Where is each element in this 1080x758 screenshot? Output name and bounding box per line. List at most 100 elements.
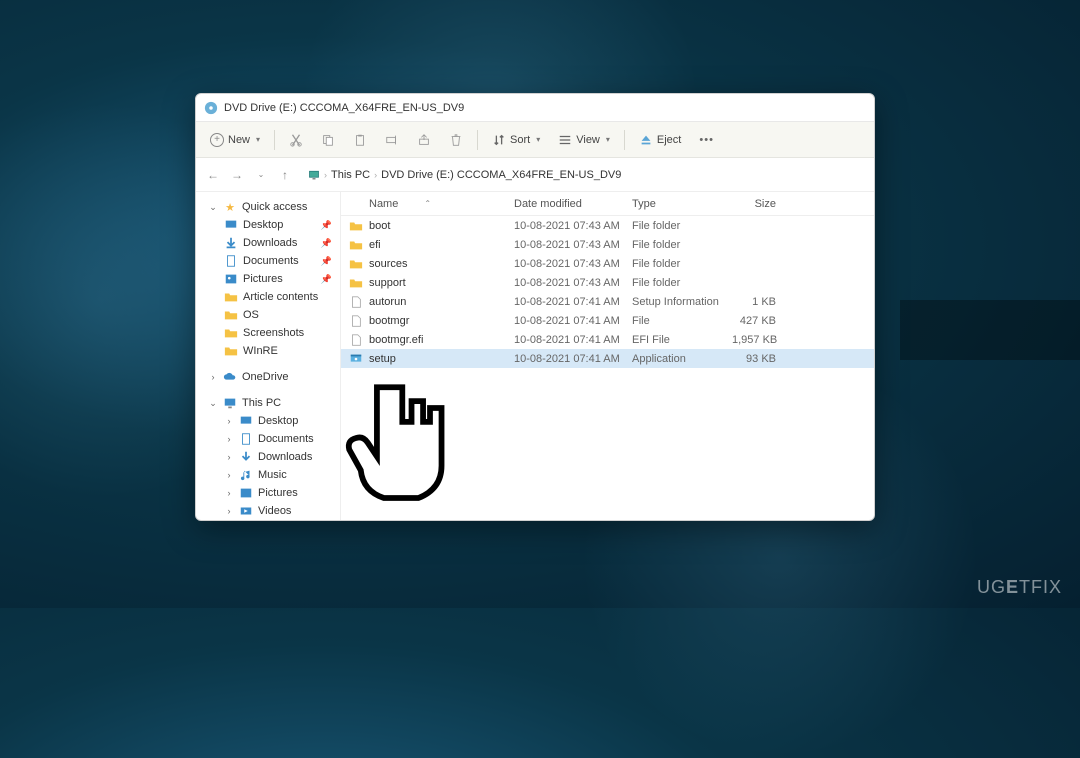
chevron-right-icon: › [224, 488, 234, 498]
copy-button[interactable] [313, 129, 343, 151]
watermark: UGETFIX [977, 577, 1062, 598]
back-button[interactable]: ← [204, 166, 222, 184]
file-name: setup [341, 352, 506, 366]
file-row[interactable]: autorun10-08-2021 07:41 AMSetup Informat… [341, 292, 874, 311]
sidebar-label: Documents [258, 433, 314, 445]
file-date: 10-08-2021 07:41 AM [506, 334, 624, 346]
picture-icon [239, 486, 253, 500]
share-icon [417, 133, 431, 147]
sidebar-item-pc-videos[interactable]: ›Videos [196, 502, 340, 520]
sidebar-item-pc-desktop[interactable]: ›Desktop [196, 412, 340, 430]
sidebar[interactable]: ⌄★Quick access Desktop📌 Downloads📌 Docum… [196, 192, 341, 520]
chevron-right-icon: › [224, 452, 234, 462]
file-row[interactable]: setup10-08-2021 07:41 AMApplication93 KB [341, 349, 874, 368]
document-icon [239, 432, 253, 446]
new-button[interactable]: + New ▾ [202, 129, 268, 151]
file-type: Setup Information [624, 296, 724, 308]
paste-button[interactable] [345, 129, 375, 151]
chevron-down-icon: ▾ [606, 135, 610, 144]
column-headers[interactable]: Name⌃ Date modified Type Size [341, 192, 874, 216]
sidebar-item-pictures[interactable]: Pictures📌 [196, 270, 340, 288]
sidebar-item-onedrive[interactable]: ›OneDrive [196, 368, 340, 386]
chevron-right-icon: › [208, 372, 218, 382]
sidebar-item-os[interactable]: OS [196, 306, 340, 324]
rename-button[interactable] [377, 129, 407, 151]
sidebar-item-article[interactable]: Article contents [196, 288, 340, 306]
file-row[interactable]: boot10-08-2021 07:43 AMFile folder [341, 216, 874, 235]
sidebar-label: WInRE [243, 345, 278, 357]
column-name[interactable]: Name⌃ [341, 198, 506, 210]
file-size: 1 KB [724, 296, 784, 308]
sidebar-label: Desktop [258, 415, 298, 427]
file-row[interactable]: sources10-08-2021 07:43 AMFile folder [341, 254, 874, 273]
file-type: EFI File [624, 334, 724, 346]
cloud-icon [223, 370, 237, 384]
view-icon [558, 133, 572, 147]
breadcrumb-drive[interactable]: DVD Drive (E:) CCCOMA_X64FRE_EN-US_DV9 [381, 169, 621, 181]
paste-icon [353, 133, 367, 147]
pin-icon: 📌 [321, 238, 332, 249]
up-button[interactable]: ↑ [276, 166, 294, 184]
chevron-right-icon: › [374, 170, 377, 180]
pc-icon [308, 169, 320, 181]
file-list[interactable]: boot10-08-2021 07:43 AMFile folderefi10-… [341, 216, 874, 520]
file-row[interactable]: bootmgr.efi10-08-2021 07:41 AMEFI File1,… [341, 330, 874, 349]
sidebar-item-screenshots[interactable]: Screenshots [196, 324, 340, 342]
sidebar-item-pc-documents[interactable]: ›Documents [196, 430, 340, 448]
eject-icon [639, 133, 653, 147]
column-type[interactable]: Type [624, 198, 724, 210]
more-button[interactable]: ••• [691, 130, 722, 150]
forward-button[interactable]: → [228, 166, 246, 184]
sidebar-item-thispc[interactable]: ⌄This PC [196, 394, 340, 412]
share-button[interactable] [409, 129, 439, 151]
eject-button[interactable]: Eject [631, 129, 689, 151]
sidebar-item-winre[interactable]: WInRE [196, 342, 340, 360]
folder-icon [224, 326, 238, 340]
disc-icon [204, 101, 218, 115]
sidebar-label: Pictures [258, 487, 298, 499]
chevron-down-icon: ▾ [536, 135, 540, 144]
folder-icon [224, 344, 238, 358]
sidebar-item-downloads[interactable]: Downloads📌 [196, 234, 340, 252]
sort-label: Sort [510, 134, 530, 146]
pin-icon: 📌 [321, 274, 332, 285]
file-name: efi [341, 238, 506, 252]
file-row[interactable]: bootmgr10-08-2021 07:41 AMFile427 KB [341, 311, 874, 330]
breadcrumb-thispc[interactable]: This PC [331, 169, 370, 181]
separator [624, 130, 625, 150]
recent-button[interactable]: ⌄ [252, 166, 270, 184]
file-date: 10-08-2021 07:41 AM [506, 315, 624, 327]
plus-icon: + [210, 133, 224, 147]
breadcrumb[interactable]: › This PC › DVD Drive (E:) CCCOMA_X64FRE… [308, 169, 621, 181]
delete-button[interactable] [441, 129, 471, 151]
file-type: File folder [624, 277, 724, 289]
sidebar-label: Article contents [243, 291, 318, 303]
file-row[interactable]: support10-08-2021 07:43 AMFile folder [341, 273, 874, 292]
file-name: sources [341, 257, 506, 271]
column-size[interactable]: Size [724, 198, 784, 210]
file-explorer-window: DVD Drive (E:) CCCOMA_X64FRE_EN-US_DV9 +… [195, 93, 875, 521]
file-date: 10-08-2021 07:43 AM [506, 220, 624, 232]
sidebar-item-pc-music[interactable]: ›Music [196, 466, 340, 484]
sidebar-label: Quick access [242, 201, 307, 213]
sidebar-label: Documents [243, 255, 299, 267]
sidebar-item-quickaccess[interactable]: ⌄★Quick access [196, 198, 340, 216]
view-button[interactable]: View ▾ [550, 129, 618, 151]
cut-button[interactable] [281, 129, 311, 151]
sort-button[interactable]: Sort ▾ [484, 129, 548, 151]
file-row[interactable]: efi10-08-2021 07:43 AMFile folder [341, 235, 874, 254]
file-name: support [341, 276, 506, 290]
sidebar-item-desktop[interactable]: Desktop📌 [196, 216, 340, 234]
sidebar-item-pc-downloads[interactable]: ›Downloads [196, 448, 340, 466]
sidebar-item-pc-pictures[interactable]: › Pictures [196, 484, 340, 502]
sidebar-item-documents[interactable]: Documents 📌 [196, 252, 340, 270]
titlebar[interactable]: DVD Drive (E:) CCCOMA_X64FRE_EN-US_DV9 [196, 94, 874, 122]
column-date[interactable]: Date modified [506, 198, 624, 210]
folder-icon [224, 308, 238, 322]
video-icon [239, 504, 253, 518]
music-icon [239, 468, 253, 482]
file-type: File folder [624, 220, 724, 232]
pin-icon: 📌 [321, 256, 332, 267]
file-name: bootmgr [341, 314, 506, 328]
navbar: ← → ⌄ ↑ › This PC › DVD Drive (E:) CCCOM… [196, 158, 874, 192]
